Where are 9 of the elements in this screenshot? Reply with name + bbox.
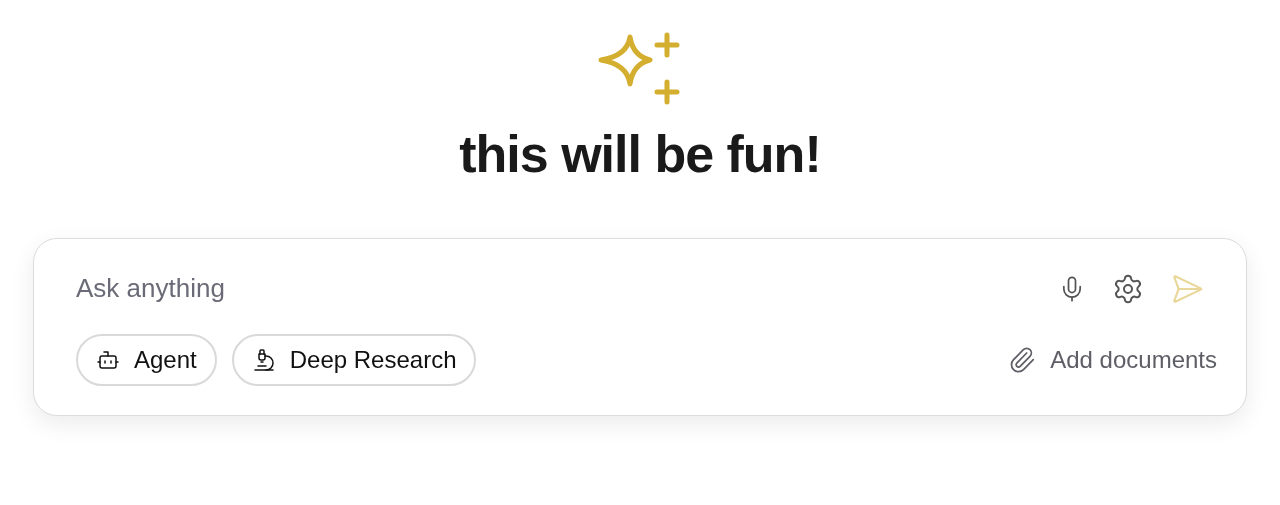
mode-chip[interactable]: Deep Research [231,334,477,386]
microscope-icon [251,348,276,372]
ask-field[interactable]: Ask anything [76,269,1032,308]
paperclip-icon [1008,346,1037,374]
mode-chip[interactable]: Agent [76,334,217,386]
heading: this will be fun! [459,128,821,180]
robot-icon [96,348,120,372]
add-documents-button[interactable]: Add documents [1008,342,1217,378]
settings-icon[interactable] [1112,272,1144,305]
